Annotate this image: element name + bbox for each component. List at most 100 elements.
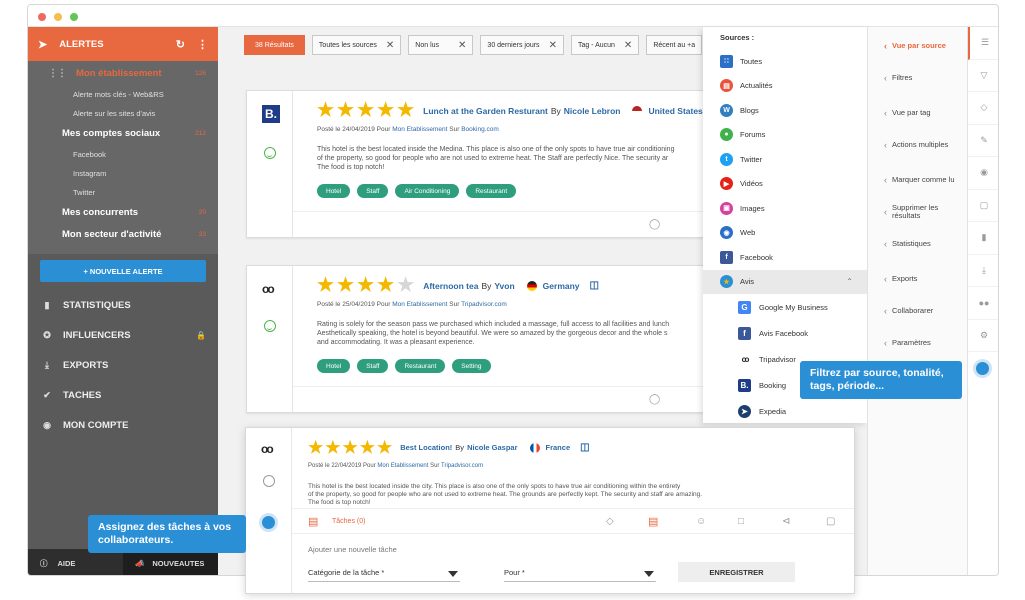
close-icon[interactable]: ✕ xyxy=(549,40,557,51)
tree-my-establishment[interactable]: ⋮⋮ Mon établissement 126 xyxy=(28,61,218,85)
filter-icon[interactable]: ▽ xyxy=(968,60,998,92)
nav-statistics[interactable]: ▮ STATISTIQUES xyxy=(28,290,218,320)
tag-chip[interactable]: Setting xyxy=(452,359,491,373)
tag-chip[interactable]: Hotel xyxy=(317,184,351,198)
tree-competitors[interactable]: Mes concurrents 20 xyxy=(28,202,218,224)
pencil-icon[interactable]: ✎ xyxy=(968,125,998,157)
source-images[interactable]: ▣ Images xyxy=(703,196,867,221)
tag-chip[interactable]: Staff xyxy=(357,184,389,198)
review-title[interactable]: Lunch at the Garden Resturant xyxy=(423,106,548,116)
source-reviews[interactable]: ★ Avis ⌃ xyxy=(703,269,867,294)
menu-delete-results[interactable]: ‹ Supprimer les résultats xyxy=(868,196,948,228)
result-card[interactable]: oo ★★★★★ Afternoon tea By Yvon Germany ◫… xyxy=(246,265,716,413)
tree-sub-twitter[interactable]: Twitter xyxy=(28,183,218,202)
share-icon[interactable]: ⊲ xyxy=(782,516,790,527)
tag-chip[interactable]: Restaurant xyxy=(395,359,446,373)
sliders-icon[interactable]: ☰ xyxy=(968,27,998,60)
tree-social-accounts[interactable]: Mes comptes sociaux 212 xyxy=(28,123,218,145)
nav-tasks[interactable]: ✔ TACHES xyxy=(28,380,218,410)
menu-exports[interactable]: ‹ Exports xyxy=(868,263,967,295)
gear-icon[interactable]: ⚙ xyxy=(968,320,998,352)
tag-icon[interactable]: ◯ xyxy=(649,219,660,230)
filter-chip-unread[interactable]: Non lus ✕ xyxy=(408,35,474,55)
source-google-business[interactable]: G Google My Business xyxy=(703,294,867,320)
close-window-button[interactable] xyxy=(38,13,46,21)
close-icon[interactable]: ✕ xyxy=(624,40,632,51)
source-facebook[interactable]: f Facebook xyxy=(703,245,867,270)
more-menu-icon[interactable]: ⋮ xyxy=(197,38,208,51)
filter-chip-tag[interactable]: Tag - Aucun ✕ xyxy=(570,35,640,55)
menu-statistics[interactable]: ‹ Statistiques xyxy=(868,228,967,260)
review-title[interactable]: Afternoon tea xyxy=(423,281,478,291)
meta-source[interactable]: Tripadvisor.com xyxy=(461,301,507,308)
source-blogs[interactable]: W Blogs xyxy=(703,98,867,123)
tag-icon[interactable]: ◇ xyxy=(968,92,998,125)
refresh-icon[interactable]: ↻ xyxy=(176,38,185,51)
task-list-icon[interactable]: ▤ xyxy=(308,515,318,528)
users-icon[interactable]: ●● xyxy=(968,287,998,320)
trash-icon[interactable]: ▢ xyxy=(826,516,835,527)
tag-chip[interactable]: Restaurant xyxy=(466,184,517,198)
tag-chip[interactable]: Staff xyxy=(357,359,389,373)
menu-mark-read[interactable]: ‹ Marquer comme lu xyxy=(868,164,967,196)
source-facebook-reviews[interactable]: f Avis Facebook xyxy=(703,320,867,346)
source-news[interactable]: ▤ Actualités xyxy=(703,74,867,99)
menu-filters[interactable]: ‹ Filtres xyxy=(868,62,967,94)
eye-icon[interactable]: ◉ xyxy=(968,157,998,190)
review-author[interactable]: Nicole Lebron xyxy=(564,106,621,116)
save-task-button[interactable]: ENREGISTRER xyxy=(678,562,795,582)
tag-chip[interactable]: Air Conditioning xyxy=(395,184,460,198)
tag-icon[interactable]: ◇ xyxy=(606,516,614,527)
meta-source[interactable]: Booking.com xyxy=(461,126,499,133)
trash-icon[interactable]: ▢ xyxy=(968,190,998,222)
menu-multiple-actions[interactable]: ‹ Actions multiples xyxy=(868,129,967,161)
neutral-sentiment-icon[interactable] xyxy=(263,475,275,487)
close-icon[interactable]: ✕ xyxy=(458,40,466,51)
maximize-window-button[interactable] xyxy=(70,13,78,21)
result-card[interactable]: B. ★★★★★ Lunch at the Garden Resturant B… xyxy=(246,90,716,238)
source-twitter[interactable]: t Twitter xyxy=(703,147,867,172)
nav-exports[interactable]: ⤓ EXPORTS xyxy=(28,350,218,380)
nav-influencers[interactable]: ✪ INFLUENCERS 🔒 xyxy=(28,320,218,350)
tag-chip[interactable]: Hotel xyxy=(317,359,351,373)
tree-sub-facebook[interactable]: Facebook xyxy=(28,145,218,164)
task-assignee-select[interactable]: Pour * xyxy=(504,568,656,582)
meta-establishment[interactable]: Mon Etablissement xyxy=(392,301,447,308)
tree-sub-instagram[interactable]: Instagram xyxy=(28,164,218,183)
expanded-result-card[interactable]: oo ★★★★★ Best Location! By Nicole Gaspar… xyxy=(245,427,855,594)
task-add-icon[interactable]: ▤ xyxy=(648,515,658,528)
positive-sentiment-icon[interactable] xyxy=(264,320,276,332)
tree-sector[interactable]: Mon secteur d'activité 33 xyxy=(28,224,218,246)
meta-establishment[interactable]: Mon Etablissement xyxy=(377,463,428,469)
hotspot-tasks[interactable] xyxy=(259,513,278,532)
meta-establishment[interactable]: Mon Etablissement xyxy=(392,126,447,133)
source-videos[interactable]: ▶ Vidéos xyxy=(703,172,867,197)
tree-sub-review-sites[interactable]: Alerte sur les sites d'avis xyxy=(28,104,218,123)
source-forums[interactable]: ● Forums xyxy=(703,123,867,148)
drag-handle-icon[interactable]: ⋮⋮ xyxy=(48,68,67,79)
news-button[interactable]: 📣 NOUVEAUTES xyxy=(123,549,218,575)
bar-chart-icon[interactable]: ▮ xyxy=(968,222,998,255)
source-all[interactable]: ∷ Toutes xyxy=(703,49,867,74)
menu-view-by-tag[interactable]: ‹ Vue par tag xyxy=(868,97,967,129)
filter-chip-sort[interactable]: Récent au +a xyxy=(646,35,703,55)
tag-icon[interactable]: ◯ xyxy=(649,394,660,405)
source-web[interactable]: ◉ Web xyxy=(703,221,867,246)
source-expedia[interactable]: ➤ Expedia xyxy=(703,398,867,424)
gift-icon[interactable]: ◫ xyxy=(590,280,599,291)
meta-source[interactable]: Tripadvisor.com xyxy=(441,463,483,469)
download-icon[interactable]: ⤓ xyxy=(968,255,998,287)
nav-account[interactable]: ◉ MON COMPTE xyxy=(28,410,218,440)
review-author[interactable]: Nicole Gaspar xyxy=(467,443,517,452)
minimize-window-button[interactable] xyxy=(54,13,62,21)
menu-view-by-source[interactable]: ‹ Vue par source xyxy=(868,30,967,62)
positive-sentiment-icon[interactable] xyxy=(264,147,276,159)
close-icon[interactable]: ✕ xyxy=(386,40,394,51)
review-author[interactable]: Yvon xyxy=(494,281,514,291)
tasks-count[interactable]: Tâches (0) xyxy=(332,518,365,525)
new-alert-button[interactable]: + NOUVELLE ALERTE xyxy=(40,260,206,282)
filter-chip-period[interactable]: 30 derniers jours ✕ xyxy=(480,35,564,55)
help-button[interactable]: ⓘ AIDE xyxy=(28,549,123,575)
comment-icon[interactable]: □ xyxy=(738,516,744,527)
gift-icon[interactable]: ◫ xyxy=(580,442,589,453)
